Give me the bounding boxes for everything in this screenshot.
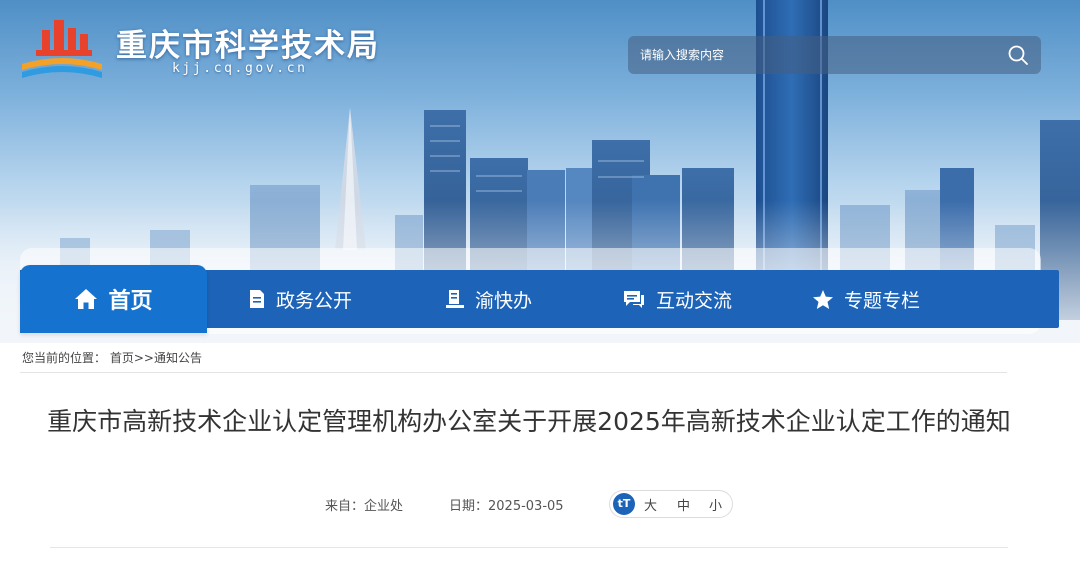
nav-item-zhuanti-zhuanlan[interactable]: 专题专栏 (812, 270, 920, 328)
search-input[interactable] (640, 36, 990, 74)
article-title: 重庆市高新技术企业认定管理机构办公室关于开展2025年高新技术企业认定工作的通知 (47, 407, 1011, 436)
date-label: 日期： (449, 499, 489, 514)
divider (20, 372, 1007, 373)
article-source: 来自：企业处 (325, 495, 403, 514)
nav-item-label: 渝快办 (475, 289, 533, 312)
star-icon (813, 289, 833, 309)
date-value: 2025-03-05 (488, 499, 564, 514)
search-box (628, 36, 1041, 74)
font-size-small-button[interactable]: 小 (709, 495, 722, 514)
breadcrumb-home-link[interactable]: 首页 (110, 351, 134, 365)
nav-item-label: 互动交流 (656, 289, 733, 312)
search-icon[interactable] (1007, 44, 1029, 66)
font-size-medium-button[interactable]: 中 (677, 495, 690, 514)
nav-item-hudong-jiaoliu[interactable]: 互动交流 (622, 270, 732, 328)
home-icon (75, 289, 98, 309)
breadcrumb: 您当前的位置： 首页>>通知公告 (22, 349, 202, 366)
divider (50, 547, 1008, 548)
site-title: 重庆市科学技术局 (116, 28, 380, 64)
font-size-icon: tT (613, 493, 635, 515)
service-desk-icon (446, 290, 464, 308)
site-domain: kjj.cq.gov.cn (172, 61, 308, 76)
breadcrumb-current-link[interactable]: 通知公告 (154, 351, 202, 365)
nav-item-yu-kuai-ban[interactable]: 渝快办 (445, 270, 532, 328)
breadcrumb-prefix: 您当前的位置： (22, 351, 107, 365)
nav-item-home[interactable]: 首页 (20, 265, 207, 333)
nav-item-zhengwu-gongkai[interactable]: 政务公开 (248, 270, 352, 328)
source-label: 来自： (325, 499, 365, 514)
article-date: 日期：2025-03-05 (449, 495, 564, 514)
chat-bubble-icon (624, 291, 644, 308)
source-value: 企业处 (364, 499, 404, 514)
document-icon (250, 290, 264, 308)
font-size-large-button[interactable]: 大 (644, 495, 657, 514)
nav-item-label: 首页 (108, 289, 153, 314)
font-size-control: tT 大 中 小 (609, 490, 733, 518)
nav-item-label: 政务公开 (276, 289, 353, 312)
nav-item-label: 专题专栏 (844, 289, 921, 312)
breadcrumb-separator: >> (133, 351, 154, 365)
chongqing-government-emblem-logo (22, 20, 102, 78)
